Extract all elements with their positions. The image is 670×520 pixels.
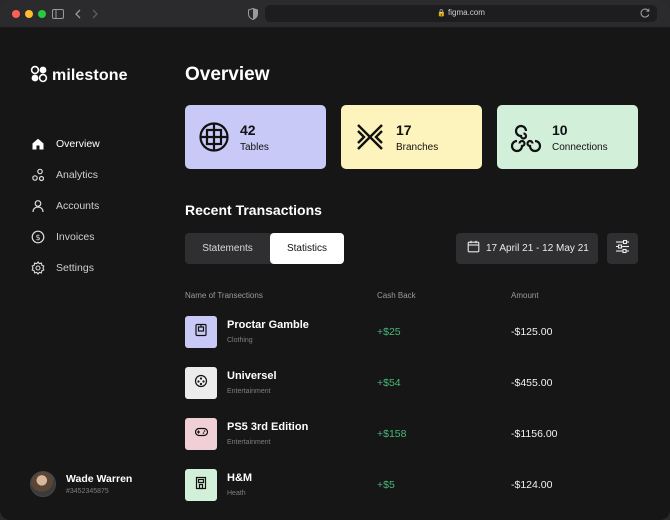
row-icon-box <box>185 316 217 348</box>
sidebar-item-overview[interactable]: Overview <box>30 134 100 154</box>
close-window-button[interactable] <box>12 10 20 18</box>
stat-label: Branches <box>396 142 439 153</box>
transaction-cashback: +$25 <box>377 326 401 338</box>
tab-statistics[interactable]: Statistics <box>270 233 344 264</box>
table-row[interactable]: H&M Heath +$5 -$124.00 <box>185 469 645 503</box>
forward-icon[interactable] <box>87 6 103 22</box>
sidebar-item-analytics[interactable]: Analytics <box>30 165 98 185</box>
transaction-name: Universel <box>227 370 277 382</box>
column-header-amount: Amount <box>511 291 539 300</box>
branches-icon <box>354 121 386 153</box>
stat-card-connections[interactable]: 10 Connections <box>497 105 638 169</box>
sidebar-item-accounts[interactable]: Accounts <box>30 196 99 216</box>
url-display: 🔒 figma.com <box>265 8 657 17</box>
transaction-category: Entertainment <box>227 439 271 446</box>
stat-value: 10 <box>552 122 568 138</box>
tab-statements[interactable]: Statements <box>185 233 270 264</box>
stat-label: Connections <box>552 142 608 153</box>
table-row[interactable]: PS5 3rd Edition Entertainment +$158 -$11… <box>185 418 645 452</box>
sidebar-item-label: Analytics <box>56 169 99 181</box>
transaction-name: H&M <box>227 472 253 484</box>
app-window: 🔒 figma.com milestone Overview Analytics… <box>0 0 670 520</box>
stat-value: 42 <box>240 122 256 138</box>
sidebar-item-settings[interactable]: Settings <box>30 258 94 278</box>
film-reel-icon <box>194 374 208 393</box>
profile-name: Wade Warren <box>66 473 133 485</box>
gear-icon <box>30 260 46 276</box>
filter-button[interactable] <box>607 233 638 264</box>
tables-icon <box>198 121 230 153</box>
transaction-cashback: +$5 <box>377 479 395 491</box>
brand-name: milestone <box>52 67 128 84</box>
browser-titlebar: 🔒 figma.com <box>0 0 670 28</box>
sidebar-item-label: Overview <box>56 138 100 150</box>
lock-icon: 🔒 <box>437 10 446 17</box>
transaction-amount: -$124.00 <box>511 479 553 491</box>
section-title: Recent Transactions <box>185 202 322 218</box>
transaction-category: Clothing <box>227 337 253 344</box>
url-text: figma.com <box>448 8 485 17</box>
transaction-cashback: +$54 <box>377 377 401 389</box>
stat-label: Tables <box>240 142 269 153</box>
shirt-icon <box>194 323 208 342</box>
transaction-name: PS5 3rd Edition <box>227 421 309 433</box>
milestone-logo-icon <box>30 65 48 88</box>
table-row[interactable]: Universel Entertainment +$54 -$455.00 <box>185 367 645 401</box>
home-icon <box>30 136 46 152</box>
transaction-amount: -$455.00 <box>511 377 553 389</box>
analytics-icon <box>30 167 46 183</box>
user-icon <box>30 198 46 214</box>
row-icon-box <box>185 469 217 501</box>
maximize-window-button[interactable] <box>38 10 46 18</box>
table-row[interactable]: Proctar Gamble Clothing +$25 -$125.00 <box>185 316 645 350</box>
calendar-icon <box>467 240 480 258</box>
profile-id: #3452345875 <box>66 488 109 495</box>
transaction-cashback: +$158 <box>377 428 407 440</box>
user-profile[interactable]: Wade Warren #3452345875 <box>30 471 132 497</box>
transaction-amount: -$1156.00 <box>511 428 558 440</box>
view-toggle: Statements Statistics <box>185 233 344 264</box>
transaction-name: Proctar Gamble <box>227 319 309 331</box>
address-bar[interactable]: 🔒 figma.com <box>265 5 657 22</box>
sidebar-item-label: Invoices <box>56 231 95 243</box>
minimize-window-button[interactable] <box>25 10 33 18</box>
shield-icon[interactable] <box>245 6 261 22</box>
column-header-cashback: Cash Back <box>377 291 416 300</box>
transaction-category: Entertainment <box>227 388 271 395</box>
sidebar-item-invoices[interactable]: $ Invoices <box>30 227 95 247</box>
sidebar-item-label: Accounts <box>56 200 100 212</box>
date-range-text: 17 April 21 - 12 May 21 <box>486 243 589 254</box>
stat-card-tables[interactable]: 42 Tables <box>185 105 326 169</box>
svg-text:$: $ <box>35 233 40 242</box>
row-icon-box <box>185 418 217 450</box>
sliders-icon <box>615 239 630 259</box>
connections-icon <box>510 121 542 153</box>
reload-icon[interactable] <box>638 6 652 25</box>
date-range-picker[interactable]: 17 April 21 - 12 May 21 <box>456 233 598 264</box>
stat-card-branches[interactable]: 17 Branches <box>341 105 482 169</box>
stat-value: 17 <box>396 122 412 138</box>
store-icon <box>194 476 208 495</box>
main-content: Overview 42 Tables 17 Branches 10 Connec… <box>160 28 670 520</box>
sidebar: milestone Overview Analytics Accounts $ … <box>0 28 160 520</box>
dollar-coin-icon: $ <box>30 229 46 245</box>
row-icon-box <box>185 367 217 399</box>
gamepad-icon <box>194 425 209 444</box>
page-title: Overview <box>185 64 270 85</box>
transaction-amount: -$125.00 <box>511 326 553 338</box>
transaction-category: Heath <box>227 490 246 497</box>
column-header-name: Name of Transections <box>185 291 263 300</box>
sidebar-item-label: Settings <box>56 262 94 274</box>
brand-logo[interactable]: milestone <box>30 65 128 88</box>
sidebar-toggle-icon[interactable] <box>50 6 66 22</box>
back-icon[interactable] <box>70 6 86 22</box>
avatar <box>30 471 56 497</box>
